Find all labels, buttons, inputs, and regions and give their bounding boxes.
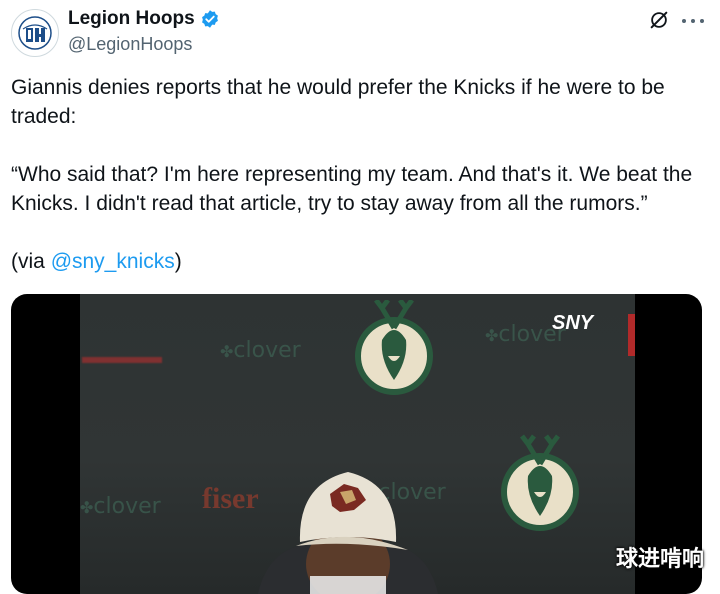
sny-logo: SNY [552, 312, 594, 334]
watermark: 球进啃响 [616, 547, 705, 572]
clover-logo: ✤clover [220, 338, 301, 363]
tweet-text: Giannis denies reports that he would pre… [11, 73, 701, 276]
tweet-line-1: Giannis denies reports that he would pre… [11, 76, 665, 128]
grok-icon[interactable] [648, 9, 670, 31]
media-video[interactable]: ▬▬▬▬ ✤clover ✤clover ✤clover ✤clover fis… [11, 294, 702, 594]
mention-link[interactable]: @sny_knicks [51, 250, 175, 273]
display-name[interactable]: Legion Hoops [68, 8, 195, 30]
blurred-sponsor-logo: ▬▬▬▬ [82, 346, 162, 368]
bucks-logo-icon [501, 434, 579, 531]
verified-badge-icon [201, 10, 218, 28]
tweet-card: Legion Hoops @LegionHoops Giannis denies… [0, 0, 720, 594]
legion-hoops-logo-icon [18, 16, 52, 50]
clover-logo: ✤clover [80, 494, 161, 519]
tweet-via: (via @sny_knicks) [11, 250, 182, 273]
avatar[interactable] [11, 9, 59, 57]
bucks-logo-icon [355, 300, 433, 395]
more-options-icon[interactable] [682, 10, 704, 32]
video-frame: ▬▬▬▬ ✤clover ✤clover ✤clover ✤clover fis… [80, 294, 635, 594]
tweet-quote: “Who said that? I'm here representing my… [11, 163, 693, 215]
author-handle[interactable]: @LegionHoops [68, 34, 192, 55]
red-banner-edge [628, 314, 635, 356]
speaker-figure [258, 472, 438, 594]
author-name-row[interactable]: Legion Hoops [68, 8, 220, 30]
